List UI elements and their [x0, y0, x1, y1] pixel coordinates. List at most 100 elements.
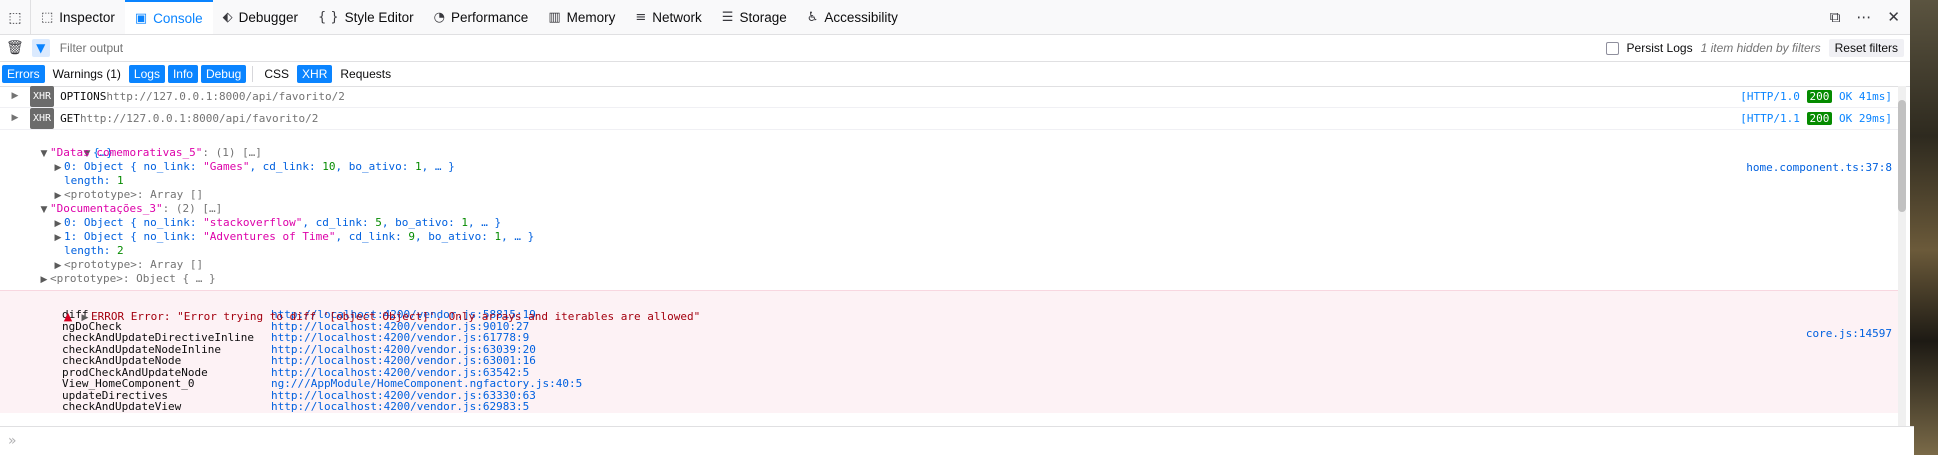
item-number: 1 [415, 160, 422, 173]
collapsed-arrow-icon[interactable]: ▶ [8, 108, 22, 129]
log-root-line[interactable]: ▼ {…} home.component.ts:37:8 [0, 132, 1906, 174]
status-protocol: [HTTP/1.0 [1740, 90, 1807, 103]
toggle-errors[interactable]: Errors [2, 65, 45, 83]
item-text: , cd_link: [302, 216, 376, 229]
tab-accessibility[interactable]: ♿ Accessibility [797, 0, 908, 34]
request-url[interactable]: http://127.0.0.1:8000/api/favorito/2 [80, 108, 318, 129]
tab-debugger[interactable]: ⬖ Debugger [213, 0, 308, 34]
item-text: , bo_ativo: [381, 216, 462, 229]
filter-input[interactable] [57, 40, 662, 56]
clear-console-icon[interactable]: 🗑 [6, 40, 24, 56]
tab-performance[interactable]: ◔ Performance [424, 0, 539, 34]
tree-group-2[interactable]: ▼ "Documentações_3": (2) […] [0, 202, 1906, 216]
toggle-xhr[interactable]: XHR [297, 65, 333, 83]
stack-location-link[interactable]: ng:///AppModule/HomeComponent.ngfactory.… [271, 378, 582, 390]
tab-label: Memory [566, 9, 616, 25]
dock-toggle-icon[interactable]: ⧉ [1830, 8, 1841, 26]
memory-icon: ▥ [548, 9, 561, 25]
stack-frame: View_HomeComponent_0 ng:///AppModule/Home… [0, 378, 1906, 390]
network-icon: ≡ [635, 9, 647, 25]
collapsed-arrow-icon[interactable]: ▶ [52, 189, 64, 203]
console-input[interactable]: » [0, 426, 1914, 455]
toggle-warnings[interactable]: Warnings (1) [48, 65, 126, 83]
tab-inspector[interactable]: ⬚ Inspector [31, 0, 125, 34]
error-message: ▲ ▶ ERROR Error: "Error trying to diff '[o… [0, 290, 1906, 413]
collapsed-arrow-icon[interactable]: ▶ [52, 161, 64, 175]
stack-location-link[interactable]: http://localhost:4200/vendor.js:62983:5 [271, 401, 529, 413]
tree-item[interactable]: ▶ 1: Object { no_link: "Adventures of Tim… [0, 230, 1906, 244]
item-text: , cd_link: [335, 230, 409, 243]
collapsed-arrow-icon[interactable]: ▶ [79, 310, 91, 326]
reset-filters-button[interactable]: Reset filters [1828, 39, 1904, 57]
group-count: : (1) […] [202, 146, 262, 159]
item-number: 5 [375, 216, 382, 229]
stack-function: checkAndUpdateNode [62, 354, 182, 367]
status-tail: OK 29ms] [1832, 112, 1892, 125]
element-picker-icon[interactable]: ⬚ [0, 0, 31, 34]
request-url[interactable]: http://127.0.0.1:8000/api/favorito/2 [106, 86, 344, 107]
collapsed-arrow-icon[interactable]: ▶ [8, 86, 22, 107]
tab-label: Performance [451, 9, 529, 25]
stack-frame: checkAndUpdateView http://localhost:4200/… [0, 401, 1906, 413]
item-text: , bo_ativo: [415, 230, 495, 243]
tree-item[interactable]: ▶ 0: Object { no_link: "stackoverflow", c… [0, 216, 1906, 230]
toggle-info[interactable]: Info [167, 65, 198, 83]
xhr-badge: XHR [30, 108, 55, 129]
tree-item[interactable]: ▶ <prototype>: Array [] [0, 258, 1906, 272]
length-label: length: [64, 244, 117, 257]
tree-item: length: 1 [0, 174, 1906, 188]
collapsed-arrow-icon[interactable]: ▶ [52, 231, 64, 245]
tab-storage[interactable]: ☰ Storage [712, 0, 797, 34]
stack-frame: checkAndUpdateNode http://localhost:4200/… [0, 355, 1906, 367]
status-protocol: [HTTP/1.1 [1740, 112, 1807, 125]
request-status[interactable]: [HTTP/1.1 200 OK 29ms] [1740, 108, 1892, 129]
error-header[interactable]: ▲ ▶ ERROR Error: "Error trying to diff '[o… [0, 293, 1906, 340]
error-text: ERROR Error: "Error trying to diff '[obj… [90, 310, 701, 323]
storage-icon: ☰ [721, 9, 734, 25]
tab-label: Console [153, 10, 203, 26]
network-messages: ▶ XHR OPTIONS http://127.0.0.1:8000/api/fa… [0, 86, 1906, 130]
persist-logs-checkbox[interactable] [1605, 41, 1619, 55]
toolbox-tabbar: ⬚ ⬚ Inspector ▣ Console ⬖ Debugger { } Style Ed… [0, 0, 1910, 35]
expand-arrow-icon[interactable]: ▼ [38, 203, 50, 217]
network-request-row[interactable]: ▶ XHR GET http://127.0.0.1:8000/api/favori… [0, 108, 1906, 130]
tab-memory[interactable]: ▥ Memory [538, 0, 625, 34]
toggle-debug[interactable]: Debug [200, 65, 247, 83]
filter-toggle-icon[interactable]: ▼ [31, 39, 50, 57]
tree-group-1[interactable]: ▼ "Datas comemorativas_5": (1) […] [0, 146, 1906, 160]
output-scrollbar-thumb[interactable] [1898, 100, 1906, 212]
status-tail: OK 41ms] [1832, 90, 1892, 103]
tab-network[interactable]: ≡ Network [625, 0, 711, 34]
tab-style-editor[interactable]: { } Style Editor [308, 0, 424, 34]
item-text: , cd_link: [249, 160, 323, 173]
collapsed-arrow-icon[interactable]: ▶ [52, 259, 64, 273]
expand-arrow-icon[interactable]: ▼ [38, 147, 50, 161]
item-text: , … } [501, 230, 535, 243]
stack-location-link[interactable]: http://localhost:4200/vendor.js:61778:9 [271, 332, 529, 344]
toggle-logs[interactable]: Logs [128, 65, 165, 83]
tree-item[interactable]: ▶ <prototype>: Object { … } [0, 272, 1906, 286]
item-string: "Games" [203, 160, 250, 173]
devtools-panel: ⬚ ⬚ Inspector ▣ Console ⬖ Debugger { } Style Ed… [0, 0, 1914, 455]
tab-console[interactable]: ▣ Console [124, 0, 213, 34]
log-message: ▼ {…} home.component.ts:37:8 ▼ "Datas come… [0, 130, 1906, 286]
more-options-icon[interactable]: ⋯ [1856, 8, 1871, 26]
close-icon[interactable]: ✕ [1887, 8, 1900, 26]
request-status[interactable]: [HTTP/1.0 200 OK 41ms] [1740, 86, 1892, 107]
error-source-link[interactable]: core.js:14597 [1806, 326, 1892, 342]
tab-label: Style Editor [344, 9, 414, 25]
network-request-row[interactable]: ▶ XHR OPTIONS http://127.0.0.1:8000/api/fa… [0, 86, 1906, 108]
collapsed-arrow-icon[interactable]: ▶ [52, 217, 64, 231]
console-icon: ▣ [134, 10, 148, 26]
tree-item[interactable]: ▶ 0: Object { no_link: "Games", cd_link: … [0, 160, 1906, 174]
collapsed-arrow-icon[interactable]: ▶ [38, 273, 50, 287]
status-code-badge: 200 [1806, 90, 1833, 103]
tab-label: Inspector [59, 9, 115, 25]
tree-item[interactable]: ▶ <prototype>: Array [] [0, 188, 1906, 202]
tab-label: Network [652, 9, 702, 25]
stack-location-link[interactable]: http://localhost:4200/vendor.js:63001:16 [271, 355, 536, 367]
group-count: : (2) […] [162, 202, 223, 215]
toggle-requests[interactable]: Requests [335, 65, 396, 83]
length-value: 2 [116, 244, 124, 257]
toggle-css[interactable]: CSS [259, 65, 294, 83]
